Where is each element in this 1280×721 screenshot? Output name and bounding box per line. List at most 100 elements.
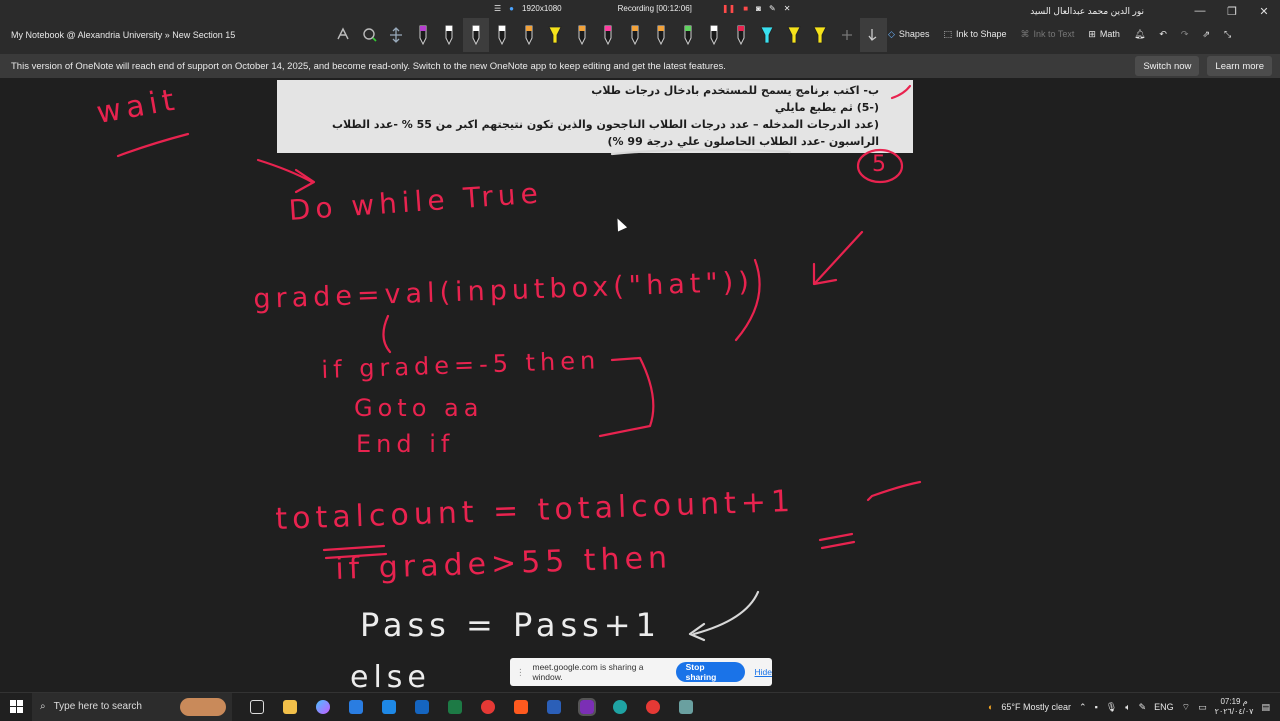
undo-icon[interactable]: ↶ xyxy=(1159,29,1167,40)
ink-to-text-icon: ⌘ xyxy=(1020,28,1030,39)
touch-draw-icon[interactable] xyxy=(860,18,887,52)
onenote-titlebar: My Notebook @ Alexandria University » Ne… xyxy=(0,0,1280,54)
pen-8-icon[interactable] xyxy=(595,18,622,52)
close-icon[interactable]: ✕ xyxy=(1248,0,1280,22)
task-view-icon[interactable] xyxy=(240,693,273,721)
edge-icon[interactable] xyxy=(603,693,636,721)
battery-icon[interactable]: ▭ xyxy=(1198,702,1207,713)
search-highlight-icon xyxy=(180,697,226,716)
close-recorder-icon[interactable]: ✕ xyxy=(784,4,791,13)
pen-11-icon[interactable] xyxy=(675,18,702,52)
copilot-icon[interactable] xyxy=(306,693,339,721)
shapes-icon: ◇ xyxy=(888,28,895,39)
camera-icon[interactable]: ◙ xyxy=(756,4,761,13)
redo-icon[interactable]: ↷ xyxy=(1181,29,1189,40)
windows-start-icon[interactable] xyxy=(0,693,32,721)
end-of-support-banner: This version of OneNote will reach end o… xyxy=(0,54,1280,78)
menu-icon[interactable]: ☰ xyxy=(494,4,501,13)
window-title: My Notebook @ Alexandria University » Ne… xyxy=(11,30,236,40)
defender-icon[interactable] xyxy=(405,693,438,721)
pen-3-icon[interactable] xyxy=(462,18,489,52)
drag-handle-icon[interactable]: ⋮ xyxy=(516,667,525,678)
arrow-right-top xyxy=(812,230,864,286)
share-icon[interactable]: ⇗ xyxy=(1202,29,1210,40)
recorder-icon[interactable] xyxy=(471,693,504,721)
camera-tray-icon[interactable]: ▪ xyxy=(1095,702,1098,712)
mail-icon[interactable] xyxy=(372,693,405,721)
speaker-icon[interactable]: 🔈︎ xyxy=(1125,702,1130,713)
ink-line-endif: End if xyxy=(356,430,455,458)
pen-tray-icon[interactable]: ✎ xyxy=(1139,702,1147,713)
add-space-icon[interactable] xyxy=(383,18,410,52)
ink-to-shape-button[interactable]: ⬚ Ink to Shape xyxy=(943,29,1006,40)
file-explorer-icon[interactable] xyxy=(273,693,306,721)
pen-16-icon[interactable] xyxy=(807,18,834,52)
pen-9-icon[interactable] xyxy=(622,18,649,52)
excel-icon[interactable] xyxy=(438,693,471,721)
weather-icon: ◐ xyxy=(987,702,994,712)
settings-app-icon[interactable] xyxy=(669,693,702,721)
switch-now-button[interactable]: Switch now xyxy=(1135,56,1200,76)
pen-14-icon[interactable] xyxy=(754,18,781,52)
screen-share-bar: ⋮ meet.google.com is sharing a window. S… xyxy=(510,658,772,686)
language-indicator[interactable]: ENG xyxy=(1154,702,1174,712)
wait-underline xyxy=(116,132,190,158)
search-icon: ⌕ xyxy=(40,701,46,712)
notification-icon[interactable]: ▤ xyxy=(1261,702,1270,713)
ink-line-else: else xyxy=(350,660,431,692)
pen-15-icon[interactable] xyxy=(781,18,808,52)
pause-icon[interactable]: ❚❚ xyxy=(722,4,735,13)
double-underline-1 xyxy=(818,532,856,550)
microphone-icon[interactable]: ● xyxy=(509,4,514,13)
fullscreen-icon[interactable]: ⤡ xyxy=(1224,29,1231,40)
shapes-button[interactable]: ◇ Shapes xyxy=(888,29,929,40)
restore-icon[interactable]: ❐ xyxy=(1216,0,1248,22)
minimize-icon[interactable]: — xyxy=(1184,0,1216,22)
bell-icon[interactable]: 🔔︎ xyxy=(1134,29,1145,40)
hide-share-bar-link[interactable]: Hide xyxy=(755,667,772,677)
weather-text[interactable]: 65°F Mostly clear xyxy=(1001,702,1071,712)
taskbar-search[interactable]: ⌕ Type here to search xyxy=(32,692,232,721)
ink-circled-number: 5 xyxy=(872,152,886,177)
scan-pink-mark xyxy=(890,84,912,100)
learn-more-button[interactable]: Learn more xyxy=(1207,56,1272,76)
taskbar-apps xyxy=(240,693,702,721)
pen-13-icon[interactable] xyxy=(728,18,755,52)
lasso-select-icon[interactable] xyxy=(330,18,357,52)
banner-message: This version of OneNote will reach end o… xyxy=(11,60,726,72)
note-canvas[interactable]: ب- اكتب برنامج يسمح للمستخدم بادخال درجا… xyxy=(0,78,1280,692)
pen-4-icon[interactable] xyxy=(489,18,516,52)
ink-to-text-button[interactable]: ⌘ Ink to Text xyxy=(1021,29,1075,40)
share-message: meet.google.com is sharing a window. xyxy=(532,662,644,682)
pen-7-icon[interactable] xyxy=(569,18,596,52)
pen-12-icon[interactable] xyxy=(701,18,728,52)
pen-6-icon[interactable] xyxy=(542,18,569,52)
word-icon[interactable] xyxy=(537,693,570,721)
pencil-icon[interactable]: ✎ xyxy=(769,4,776,13)
wifi-icon[interactable]: ⌔ xyxy=(1182,702,1190,713)
brave-icon[interactable] xyxy=(504,693,537,721)
system-tray: ◐ 65°F Mostly clear ⌃ ▪ 🎙︎ 🔈︎ ✎ ENG ⌔ ▭ … xyxy=(988,693,1280,721)
stop-record-icon[interactable]: ■ xyxy=(743,4,748,13)
pen-2-icon[interactable] xyxy=(436,18,463,52)
arrow-to-do xyxy=(256,158,316,194)
arrow-pass xyxy=(688,590,760,642)
microphone-tray-icon[interactable]: 🎙︎ xyxy=(1106,702,1117,713)
stop-sharing-button[interactable]: Stop sharing xyxy=(675,662,745,682)
pen-5-icon[interactable] xyxy=(516,18,543,52)
record-icon[interactable] xyxy=(636,693,669,721)
onenote-icon[interactable] xyxy=(570,693,603,721)
eraser-icon[interactable] xyxy=(357,18,384,52)
pen-10-icon[interactable] xyxy=(648,18,675,52)
add-pen-icon[interactable] xyxy=(834,18,861,52)
ink-line-pass: Pass = Pass+1 xyxy=(360,606,661,644)
chevron-up-icon[interactable]: ⌃ xyxy=(1079,702,1087,713)
clock[interactable]: 07:19 م ٢٠٢٦/٠٤/٠٧ xyxy=(1215,697,1254,717)
recording-resolution: 1920x1080 xyxy=(522,3,562,13)
math-button[interactable]: ⊞ Math xyxy=(1088,29,1120,40)
ink-strokes xyxy=(116,84,922,642)
pen-1-icon[interactable] xyxy=(410,18,437,52)
brace-if xyxy=(598,356,655,438)
scan-white-underline xyxy=(610,148,792,156)
store-icon[interactable] xyxy=(339,693,372,721)
